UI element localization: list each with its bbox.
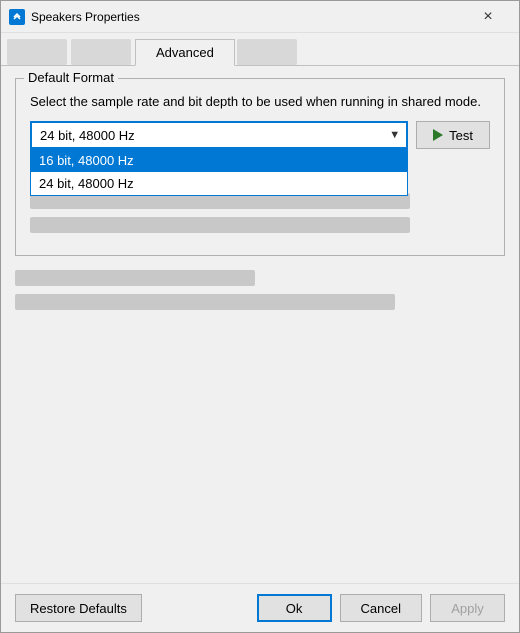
tab-placeholder-2[interactable]: [71, 39, 131, 65]
window-icon: [9, 9, 25, 25]
placeholder-bar-5: [15, 294, 395, 310]
format-dropdown-container: 24 bit, 48000 Hz ▼ 16 bit, 48000 Hz 24 b…: [30, 121, 408, 149]
test-button[interactable]: Test: [416, 121, 490, 149]
tab-placeholder-1[interactable]: [7, 39, 67, 65]
restore-defaults-button[interactable]: Restore Defaults: [15, 594, 142, 622]
window-title: Speakers Properties: [31, 10, 465, 24]
play-icon: [433, 129, 443, 141]
extra-section: [15, 270, 505, 310]
placeholder-bar-3: [30, 217, 410, 233]
close-button[interactable]: ×: [465, 1, 511, 33]
dropdown-list: 16 bit, 48000 Hz 24 bit, 48000 Hz: [30, 149, 408, 196]
placeholder-bar-4: [15, 270, 255, 286]
tab-bar: Advanced: [1, 33, 519, 66]
dialog-buttons: Ok Cancel Apply: [257, 594, 505, 622]
format-dropdown[interactable]: 24 bit, 48000 Hz: [30, 121, 408, 149]
tab-advanced[interactable]: Advanced: [135, 39, 235, 66]
footer: Restore Defaults Ok Cancel Apply: [1, 583, 519, 632]
tab-placeholder-3[interactable]: [237, 39, 297, 65]
speakers-properties-window: Speakers Properties × Advanced Default F…: [0, 0, 520, 633]
group-box-label: Default Format: [24, 70, 118, 85]
description-text: Select the sample rate and bit depth to …: [30, 93, 490, 111]
dropdown-item-2[interactable]: 24 bit, 48000 Hz: [31, 172, 407, 195]
test-button-label: Test: [449, 128, 473, 143]
format-selector-row: 24 bit, 48000 Hz ▼ 16 bit, 48000 Hz 24 b…: [30, 121, 490, 149]
cancel-button[interactable]: Cancel: [340, 594, 422, 622]
content-area: Default Format Select the sample rate an…: [1, 66, 519, 583]
dropdown-item-1[interactable]: 16 bit, 48000 Hz: [31, 149, 407, 172]
default-format-group: Default Format Select the sample rate an…: [15, 78, 505, 256]
ok-button[interactable]: Ok: [257, 594, 332, 622]
title-bar: Speakers Properties ×: [1, 1, 519, 33]
dropdown-current-value: 24 bit, 48000 Hz: [40, 128, 135, 143]
apply-button[interactable]: Apply: [430, 594, 505, 622]
